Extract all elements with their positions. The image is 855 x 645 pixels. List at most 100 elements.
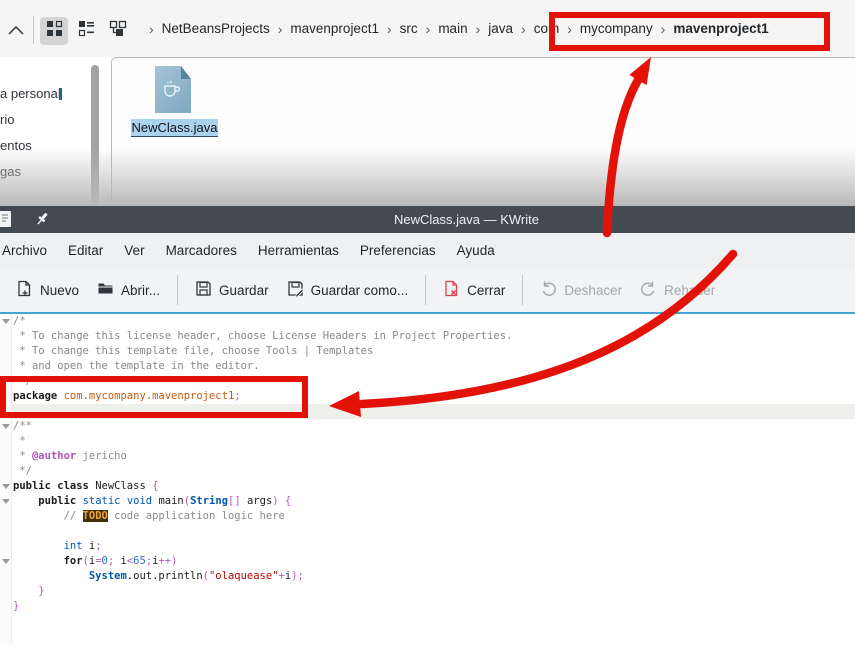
breadcrumb-separator: › bbox=[521, 21, 526, 37]
breadcrumb-item[interactable]: NetBeansProjects bbox=[162, 21, 270, 36]
code-line[interactable]: /* bbox=[13, 314, 512, 329]
open-folder-button[interactable]: Abrir... bbox=[88, 280, 169, 300]
window-shadow-gradient bbox=[0, 148, 855, 206]
file-name-label[interactable]: NewClass.java bbox=[131, 119, 218, 137]
menu-item-ver[interactable]: Ver bbox=[124, 243, 144, 258]
package-line-highlight-box bbox=[0, 376, 308, 418]
code-line[interactable]: * To change this template file, choose T… bbox=[13, 344, 512, 359]
code-token-cm: /** bbox=[13, 420, 32, 432]
toolbar-separator bbox=[177, 275, 178, 305]
code-token-cm: * To change this license header, choose … bbox=[13, 330, 512, 342]
code-line[interactable]: */ bbox=[13, 464, 512, 479]
kwrite-toolbar: NuevoAbrir... Guardar Guardar como... Cerra… bbox=[0, 268, 855, 312]
fold-marker-icon[interactable] bbox=[2, 319, 10, 324]
redo-button[interactable]: Rehacer bbox=[631, 280, 724, 300]
code-line[interactable]: // TODO code application logic here bbox=[13, 509, 512, 524]
compact-view-button[interactable] bbox=[72, 17, 100, 45]
up-chevron-icon[interactable] bbox=[5, 20, 27, 42]
file-manager-body: a personalrioentosgas NewClass.java bbox=[0, 57, 855, 206]
menu-item-ayuda[interactable]: Ayuda bbox=[457, 243, 495, 258]
code-line[interactable]: * To change this license header, choose … bbox=[13, 329, 512, 344]
code-token-sym: } bbox=[13, 600, 19, 612]
code-token-str: "olaquease" bbox=[209, 570, 279, 582]
breadcrumb-separator: › bbox=[149, 21, 154, 37]
places-panel-item[interactable]: rio bbox=[0, 112, 14, 127]
code-token-ty: int bbox=[64, 540, 83, 552]
close-document-button[interactable]: Cerrar bbox=[434, 280, 514, 300]
code-line[interactable]: * @author jericho bbox=[13, 449, 512, 464]
toolbar-button-label: Guardar como... bbox=[311, 283, 409, 298]
code-line[interactable]: for(i=0; i<65;i++) bbox=[13, 554, 512, 569]
code-line[interactable]: /** bbox=[13, 419, 512, 434]
fold-marker-icon[interactable] bbox=[2, 499, 10, 504]
menu-item-archivo[interactable]: Archivo bbox=[2, 243, 47, 258]
code-token-kw: public bbox=[38, 495, 76, 507]
tree-view-button[interactable] bbox=[104, 17, 132, 45]
code-token-tyb: System bbox=[89, 570, 127, 582]
coffee-cup-icon bbox=[163, 80, 183, 103]
code-editor[interactable]: /* * To change this license header, choo… bbox=[0, 314, 855, 645]
toolbar-button-label: Cerrar bbox=[467, 283, 505, 298]
fold-marker-icon[interactable] bbox=[2, 484, 10, 489]
code-line[interactable]: int i; bbox=[13, 539, 512, 554]
icons-view-button[interactable] bbox=[40, 17, 68, 45]
desktop-screenshot: › NetBeansProjects › mavenproject1 › src › main… bbox=[0, 0, 855, 645]
tree-view-icon bbox=[109, 20, 127, 43]
code-token-sym: ; bbox=[95, 540, 101, 552]
kwrite-app-icon bbox=[0, 210, 14, 233]
breadcrumb-separator: › bbox=[387, 21, 392, 37]
pin-icon[interactable] bbox=[34, 211, 50, 232]
kwrite-titlebar[interactable]: NewClass.java — KWrite bbox=[0, 206, 855, 233]
code-line[interactable]: public static void main(String[] args) { bbox=[13, 494, 512, 509]
save-as-button[interactable]: Guardar como... bbox=[278, 280, 418, 300]
save-icon bbox=[195, 280, 212, 300]
breadcrumb-separator: › bbox=[476, 21, 481, 37]
code-token-cm: code application logic here bbox=[108, 510, 285, 522]
save-button[interactable]: Guardar bbox=[186, 280, 278, 300]
breadcrumb-highlight-box bbox=[549, 12, 830, 51]
code-text[interactable]: /* * To change this license header, choo… bbox=[13, 314, 512, 614]
code-token-pl bbox=[13, 570, 89, 582]
code-line[interactable]: System.out.println("olaquease"+i); bbox=[13, 569, 512, 584]
toolbar-button-label: Deshacer bbox=[564, 283, 622, 298]
code-line[interactable] bbox=[13, 524, 512, 539]
code-line[interactable]: * and open the template in the editor. bbox=[13, 359, 512, 374]
code-token-pl: args bbox=[241, 495, 273, 507]
toolbar-separator bbox=[522, 275, 523, 305]
breadcrumb-item[interactable]: src bbox=[400, 21, 418, 36]
code-line[interactable]: * bbox=[13, 434, 512, 449]
menu-item-editar[interactable]: Editar bbox=[68, 243, 103, 258]
code-line[interactable]: } bbox=[13, 599, 512, 614]
undo-button[interactable]: Deshacer bbox=[531, 280, 631, 300]
compact-view-icon bbox=[78, 20, 95, 42]
menu-item-marcadores[interactable]: Marcadores bbox=[166, 243, 237, 258]
breadcrumb-item[interactable]: java bbox=[488, 21, 513, 36]
code-token-pl bbox=[13, 495, 38, 507]
code-token-sym: { bbox=[152, 480, 158, 492]
fold-marker-border[interactable] bbox=[0, 314, 12, 645]
window-title: NewClass.java — KWrite bbox=[394, 212, 539, 227]
toolbar-separator bbox=[425, 275, 426, 305]
fold-marker-icon[interactable] bbox=[2, 424, 10, 429]
breadcrumb-item[interactable]: main bbox=[438, 21, 467, 36]
java-file-icon[interactable] bbox=[155, 66, 191, 113]
fold-marker-icon[interactable] bbox=[2, 559, 10, 564]
new-document-button[interactable]: Nuevo bbox=[7, 280, 88, 300]
code-token-sym: ; bbox=[298, 570, 304, 582]
code-token-pl: NewClass bbox=[89, 480, 152, 492]
code-token-cm: * and open the template in the editor. bbox=[13, 360, 260, 372]
code-token-cm: jericho bbox=[76, 450, 127, 462]
code-token-ann: @author bbox=[32, 450, 76, 462]
breadcrumb-item[interactable]: mavenproject1 bbox=[290, 21, 379, 36]
code-token-sym: } bbox=[38, 585, 44, 597]
new-document-icon bbox=[16, 280, 33, 300]
menu-item-herramientas[interactable]: Herramientas bbox=[258, 243, 339, 258]
places-panel-item[interactable]: a personal bbox=[0, 86, 61, 101]
code-token-pl bbox=[13, 540, 64, 552]
code-line[interactable]: } bbox=[13, 584, 512, 599]
menu-item-preferencias[interactable]: Preferencias bbox=[360, 243, 436, 258]
code-token-tyb: String bbox=[190, 495, 228, 507]
breadcrumb-separator: › bbox=[278, 21, 283, 37]
code-token-sym: [] bbox=[228, 495, 241, 507]
code-line[interactable]: public class NewClass { bbox=[13, 479, 512, 494]
